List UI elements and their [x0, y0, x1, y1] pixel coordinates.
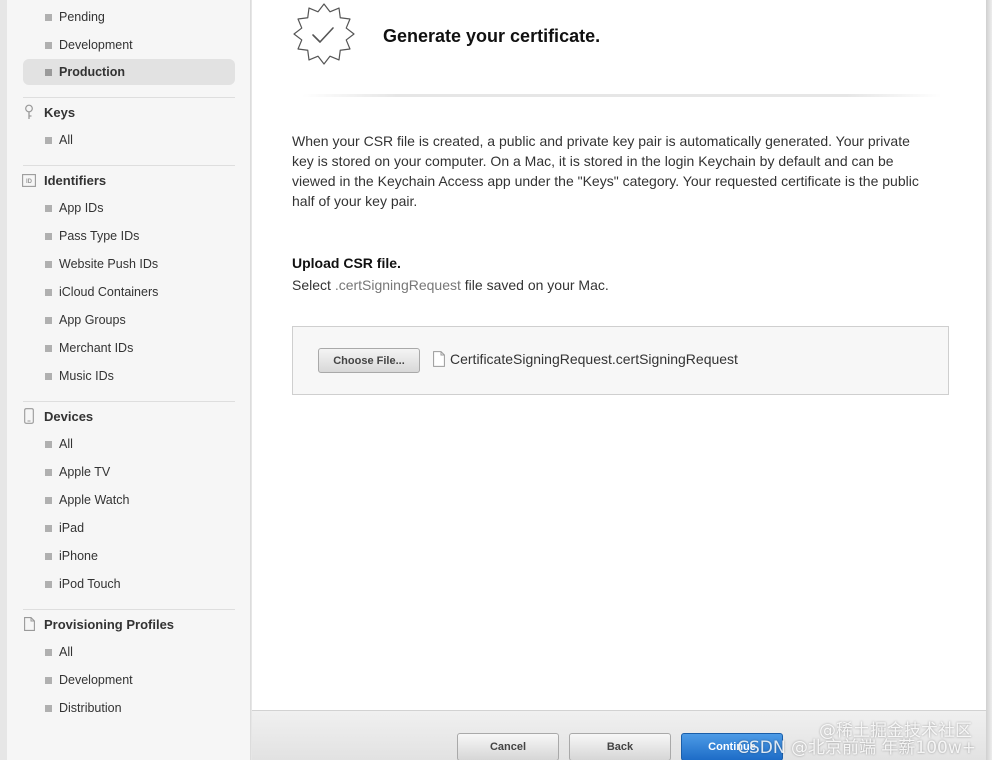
sidebar-divider: [23, 97, 235, 98]
document-icon: [22, 616, 36, 632]
sidebar: Pending Development Production Keys All …: [7, 0, 251, 760]
sidebar-item-pending[interactable]: Pending: [23, 4, 235, 30]
sidebar-item-development[interactable]: Development: [23, 32, 235, 58]
sidebar-section-identifiers[interactable]: ID Identifiers: [22, 169, 106, 191]
bullet-icon: [45, 581, 52, 588]
window-edge: [986, 0, 992, 760]
bullet-icon: [45, 69, 52, 76]
device-icon: [22, 408, 36, 424]
sidebar-item-profiles-distribution[interactable]: Distribution: [23, 695, 235, 721]
sidebar-item-iphone[interactable]: iPhone: [23, 543, 235, 569]
bullet-icon: [45, 261, 52, 268]
sidebar-divider: [23, 609, 235, 610]
sidebar-divider: [23, 165, 235, 166]
header-divider: [302, 94, 942, 97]
sidebar-item-production[interactable]: Production: [23, 59, 235, 85]
sidebar-item-keys-all[interactable]: All: [23, 127, 235, 153]
bullet-icon: [45, 469, 52, 476]
upload-instructions: Select .certSigningRequest file saved on…: [292, 277, 609, 293]
bullet-icon: [45, 233, 52, 240]
bullet-icon: [45, 137, 52, 144]
bullet-icon: [45, 289, 52, 296]
bullet-icon: [45, 345, 52, 352]
bullet-icon: [45, 705, 52, 712]
svg-text:ID: ID: [26, 179, 33, 185]
sidebar-item-website-push-ids[interactable]: Website Push IDs: [23, 251, 235, 277]
sidebar-item-music-ids[interactable]: Music IDs: [23, 363, 235, 389]
sidebar-section-devices[interactable]: Devices: [22, 405, 93, 427]
selected-file-name: CertificateSigningRequest.certSigningReq…: [450, 351, 738, 367]
sidebar-section-keys[interactable]: Keys: [22, 101, 75, 123]
bullet-icon: [45, 42, 52, 49]
sidebar-item-ipad[interactable]: iPad: [23, 515, 235, 541]
file-icon: [433, 351, 445, 367]
bullet-icon: [45, 525, 52, 532]
sidebar-item-devices-all[interactable]: All: [23, 431, 235, 457]
main-content: Generate your certificate. When your CSR…: [252, 0, 986, 710]
bullet-icon: [45, 317, 52, 324]
upload-title: Upload CSR file.: [292, 255, 401, 271]
choose-file-button[interactable]: Choose File...: [318, 348, 420, 373]
sidebar-item-profiles-development[interactable]: Development: [23, 667, 235, 693]
bullet-icon: [45, 649, 52, 656]
bullet-icon: [45, 441, 52, 448]
bullet-icon: [45, 373, 52, 380]
certificate-badge-icon: [293, 3, 355, 65]
bullet-icon: [45, 497, 52, 504]
sidebar-item-pass-type-ids[interactable]: Pass Type IDs: [23, 223, 235, 249]
file-extension-highlight: .certSigningRequest: [334, 277, 461, 293]
description-text: When your CSR file is created, a public …: [292, 133, 919, 209]
bullet-icon: [45, 205, 52, 212]
page-title: Generate your certificate.: [383, 26, 601, 46]
bullet-icon: [45, 677, 52, 684]
key-icon: [22, 104, 36, 120]
bullet-icon: [45, 553, 52, 560]
sidebar-item-profiles-all[interactable]: All: [23, 639, 235, 665]
bullet-icon: [45, 14, 52, 21]
sidebar-item-apple-tv[interactable]: Apple TV: [23, 459, 235, 485]
sidebar-item-icloud-containers[interactable]: iCloud Containers: [23, 279, 235, 305]
file-upload-box: Choose File... CertificateSigningRequest…: [292, 326, 949, 395]
sidebar-item-app-ids[interactable]: App IDs: [23, 195, 235, 221]
sidebar-item-app-groups[interactable]: App Groups: [23, 307, 235, 333]
sidebar-section-provisioning-profiles[interactable]: Provisioning Profiles: [22, 613, 174, 635]
id-card-icon: ID: [22, 172, 36, 188]
back-button[interactable]: Back: [569, 733, 671, 760]
watermark-csdn: CSDN @北京前端 年薪100w+: [737, 738, 976, 758]
sidebar-item-ipod-touch[interactable]: iPod Touch: [23, 571, 235, 597]
sidebar-item-merchant-ids[interactable]: Merchant IDs: [23, 335, 235, 361]
sidebar-item-apple-watch[interactable]: Apple Watch: [23, 487, 235, 513]
sidebar-divider: [23, 401, 235, 402]
cancel-button[interactable]: Cancel: [457, 733, 559, 760]
